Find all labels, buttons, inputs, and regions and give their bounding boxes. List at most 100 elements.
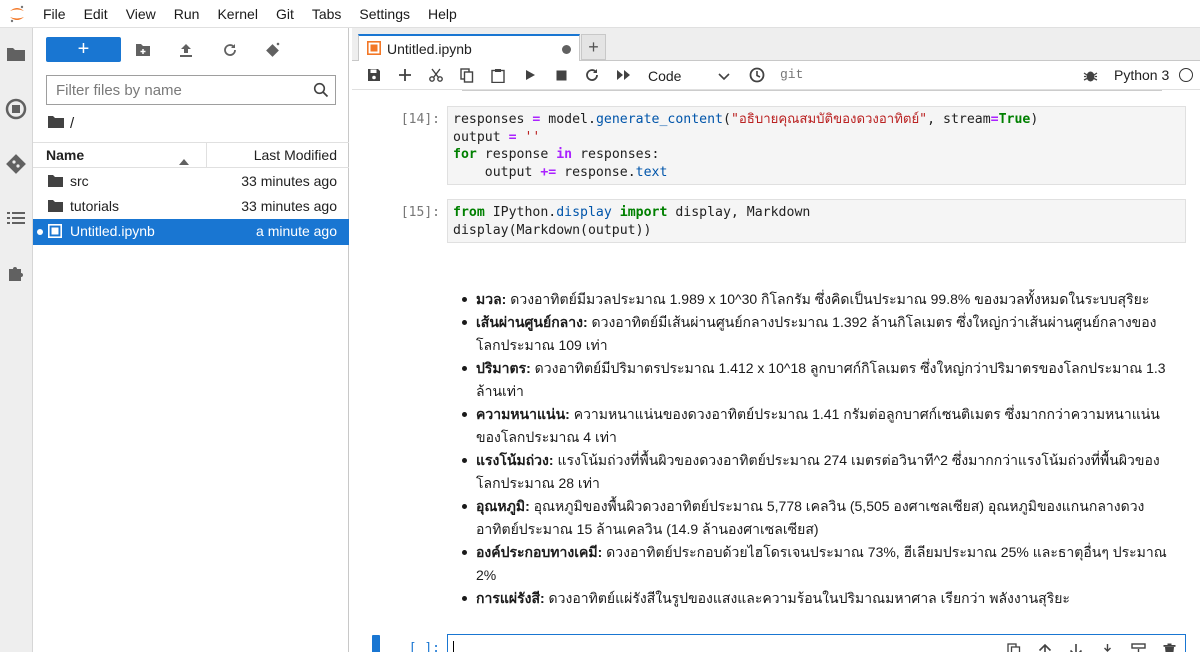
code-line: from IPython.display import display, Mar… bbox=[453, 205, 811, 220]
folder-icon[interactable] bbox=[48, 115, 64, 132]
insert-cell-icon[interactable] bbox=[394, 64, 416, 86]
save-icon[interactable] bbox=[363, 64, 385, 86]
file-modified: 33 minutes ago bbox=[241, 173, 337, 189]
item-text: อุณหภูมิของพื้นผิวดวงอาทิตย์ประมาณ 5,778… bbox=[476, 498, 1145, 537]
restart-kernel-icon[interactable] bbox=[581, 64, 603, 86]
kernel-name[interactable]: Python 3 bbox=[1114, 67, 1169, 83]
menu-help[interactable]: Help bbox=[419, 0, 466, 28]
menu-git[interactable]: Git bbox=[267, 0, 303, 28]
item-term: อุณหภูมิ: bbox=[476, 498, 530, 514]
filter-files-input[interactable] bbox=[47, 81, 307, 99]
folder-icon[interactable] bbox=[4, 42, 28, 66]
copy-icon[interactable] bbox=[456, 64, 478, 86]
file-modified: a minute ago bbox=[256, 223, 337, 239]
code-line: responses = model.generate_content("อธิบ… bbox=[453, 112, 1039, 127]
activity-bar bbox=[0, 28, 33, 652]
code-line: output = '' bbox=[453, 129, 541, 145]
refresh-icon[interactable] bbox=[218, 38, 242, 62]
paste-icon[interactable] bbox=[487, 64, 509, 86]
menu-file[interactable]: File bbox=[34, 0, 75, 28]
item-term: องค์ประกอบทางเคมี: bbox=[476, 544, 603, 560]
item-term: แรงโน้มถ่วง: bbox=[476, 452, 554, 468]
code-cell-15[interactable]: from IPython.display import display, Mar… bbox=[447, 199, 1186, 243]
fast-forward-icon[interactable] bbox=[612, 64, 634, 86]
menu-settings[interactable]: Settings bbox=[350, 0, 419, 28]
add-tab-button[interactable]: + bbox=[581, 34, 606, 60]
git-clone-icon[interactable] bbox=[261, 38, 285, 62]
main-area: Untitled.ipynb + Code git Python 3 [14]:… bbox=[352, 28, 1200, 652]
sort-ascending-icon[interactable] bbox=[179, 152, 189, 168]
insert-below-icon[interactable] bbox=[1128, 640, 1148, 652]
filter-files-field bbox=[46, 75, 336, 105]
markdown-output: มวล: ดวงอาทิตย์มีมวลประมาณ 1.989 x 10^30… bbox=[452, 288, 1172, 610]
notebook-icon bbox=[367, 40, 381, 58]
item-text: ดวงอาทิตย์มีมวลประมาณ 1.989 x 10^30 กิโล… bbox=[510, 291, 1150, 307]
cell-divider bbox=[462, 90, 1162, 96]
item-term: การแผ่รังสี: bbox=[476, 590, 545, 606]
item-text: ดวงอาทิตย์มีปริมาตรประมาณ 1.412 x 10^18 … bbox=[476, 360, 1166, 399]
breadcrumb: / bbox=[48, 114, 74, 132]
file-name: src bbox=[70, 173, 89, 189]
column-header-name[interactable]: Name bbox=[46, 147, 84, 163]
menubar: File Edit View Run Kernel Git Tabs Setti… bbox=[0, 0, 1200, 28]
file-name: Untitled.ipynb bbox=[70, 223, 155, 239]
running-icon[interactable] bbox=[4, 97, 28, 121]
file-row-tutorials[interactable]: tutorials 33 minutes ago bbox=[33, 194, 349, 219]
cut-icon[interactable] bbox=[425, 64, 447, 86]
git-icon[interactable] bbox=[4, 152, 28, 176]
breadcrumb-root[interactable]: / bbox=[70, 115, 74, 132]
debugger-icon[interactable] bbox=[1079, 64, 1101, 86]
stop-icon[interactable] bbox=[550, 64, 572, 86]
move-down-icon[interactable] bbox=[1066, 640, 1086, 652]
notebook-icon bbox=[48, 224, 62, 241]
extension-icon[interactable] bbox=[4, 261, 28, 285]
column-header-last-modified[interactable]: Last Modified bbox=[254, 147, 337, 163]
file-name: tutorials bbox=[70, 198, 120, 214]
file-row-src[interactable]: src 33 minutes ago bbox=[33, 169, 349, 194]
cell-type-value: Code bbox=[648, 68, 682, 84]
item-term: มวล: bbox=[476, 291, 507, 307]
move-up-icon[interactable] bbox=[1035, 640, 1055, 652]
code-line: output += response.text bbox=[453, 165, 668, 181]
code-cell-14[interactable]: responses = model.generate_content("อธิบ… bbox=[447, 106, 1186, 185]
new-launcher-button[interactable]: + bbox=[46, 37, 121, 62]
file-modified: 33 minutes ago bbox=[241, 198, 337, 214]
item-term: ปริมาตร: bbox=[476, 360, 531, 376]
menu-view[interactable]: View bbox=[117, 0, 165, 28]
unsaved-indicator-icon[interactable] bbox=[562, 45, 571, 54]
list-item: แรงโน้มถ่วง: แรงโน้มถ่วงที่พื้นผิวของดวง… bbox=[452, 449, 1172, 495]
tab-bar: Untitled.ipynb + bbox=[352, 28, 1200, 62]
code-cell-input[interactable] bbox=[447, 634, 1186, 652]
running-indicator bbox=[37, 229, 43, 235]
cell-prompt: [14]: bbox=[400, 112, 440, 127]
cell-prompt: [15]: bbox=[400, 205, 440, 220]
notebook-panel[interactable]: [14]: responses = model.generate_content… bbox=[352, 90, 1200, 652]
kernel-status-icon bbox=[1179, 68, 1193, 82]
menu-edit[interactable]: Edit bbox=[75, 0, 117, 28]
file-browser: + / Name Last Modified bbox=[33, 28, 349, 652]
file-list-header: Name Last Modified bbox=[33, 142, 349, 168]
folder-icon bbox=[48, 174, 63, 190]
new-folder-icon[interactable] bbox=[131, 38, 155, 62]
file-row-untitled-ipynb[interactable]: Untitled.ipynb a minute ago bbox=[33, 219, 349, 245]
insert-above-icon[interactable] bbox=[1097, 640, 1117, 652]
column-divider[interactable] bbox=[206, 143, 207, 167]
delete-cell-icon[interactable] bbox=[1159, 640, 1179, 652]
git-diff-button[interactable]: git bbox=[780, 67, 803, 82]
upload-icon[interactable] bbox=[174, 38, 198, 62]
menu-run[interactable]: Run bbox=[165, 0, 209, 28]
menu-kernel[interactable]: Kernel bbox=[208, 0, 266, 28]
jupyter-logo-icon bbox=[0, 0, 34, 28]
run-icon[interactable] bbox=[519, 64, 541, 86]
folder-icon bbox=[48, 199, 63, 215]
list-item: มวล: ดวงอาทิตย์มีมวลประมาณ 1.989 x 10^30… bbox=[452, 288, 1172, 311]
clock-icon[interactable] bbox=[746, 64, 768, 86]
duplicate-cell-icon[interactable] bbox=[1004, 640, 1024, 652]
cell-prompt: [ ]: bbox=[408, 641, 440, 652]
tab-title: Untitled.ipynb bbox=[387, 41, 472, 57]
item-text: ความหนาแน่นของดวงอาทิตย์ประมาณ 1.41 กรัม… bbox=[476, 406, 1160, 445]
tab-untitled-ipynb[interactable]: Untitled.ipynb bbox=[358, 34, 580, 62]
menu-tabs[interactable]: Tabs bbox=[303, 0, 351, 28]
toc-icon[interactable] bbox=[4, 206, 28, 230]
chevron-down-icon[interactable] bbox=[718, 68, 730, 84]
